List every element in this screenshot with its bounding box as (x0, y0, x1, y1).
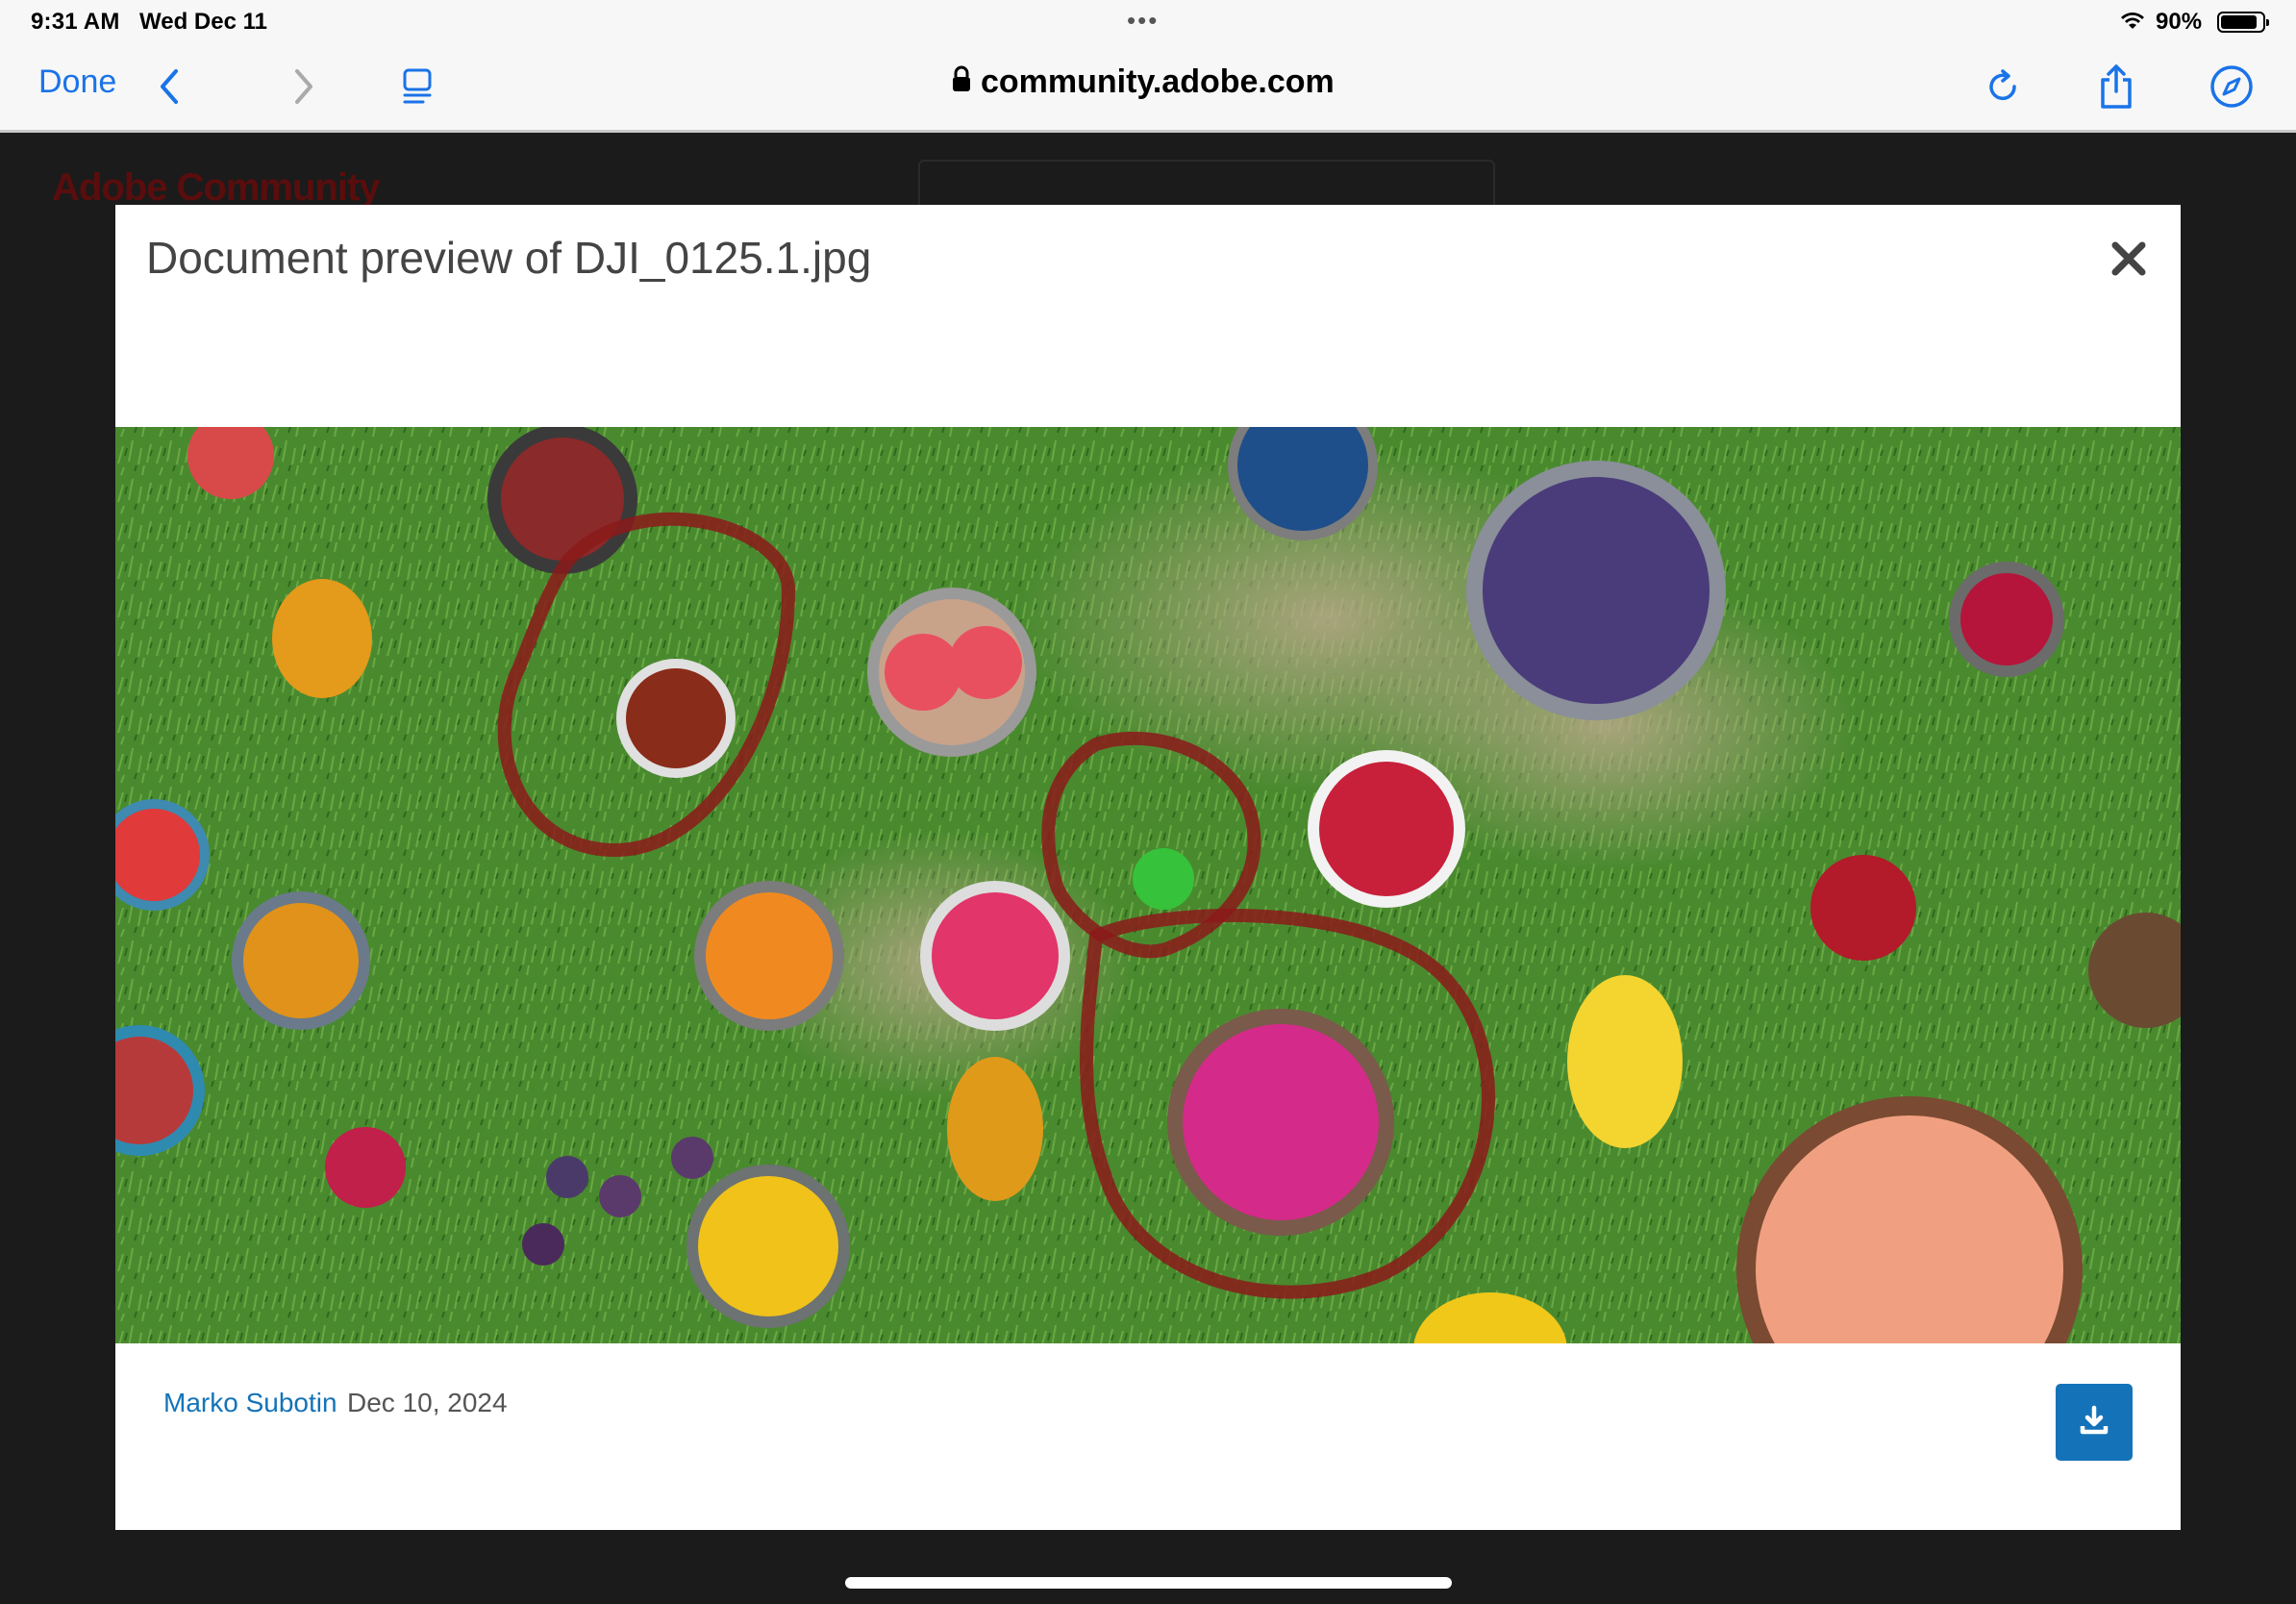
wifi-icon (2120, 10, 2145, 38)
share-icon[interactable] (2087, 58, 2145, 115)
download-icon (2079, 1405, 2109, 1441)
compass-icon[interactable] (2203, 58, 2260, 115)
done-button[interactable]: Done (38, 63, 116, 101)
document-preview-modal: Document preview of DJI_0125.1.jpg Marko… (115, 205, 2181, 1530)
battery-percent: 90% (2156, 9, 2203, 35)
reader-icon[interactable] (388, 58, 446, 115)
reload-icon[interactable] (1974, 58, 2032, 115)
preview-image (115, 427, 2181, 1343)
download-button[interactable] (2056, 1384, 2133, 1461)
site-logo: Adobe Community (52, 166, 381, 209)
status-date: Wed Dec 11 (139, 9, 267, 35)
modal-title: Document preview of DJI_0125.1.jpg (146, 233, 872, 283)
browser-toolbar: Done community.adobe.com (0, 44, 2296, 133)
home-indicator[interactable] (845, 1577, 1452, 1589)
status-time: 9:31 AM (31, 9, 120, 35)
battery-icon (2217, 12, 2269, 33)
status-bar: 9:31 AM Wed Dec 11 ••• 90% (0, 0, 2296, 44)
back-icon[interactable] (140, 58, 198, 115)
upload-date: Dec 10, 2024 (347, 1388, 508, 1417)
multitasking-dots-icon[interactable]: ••• (1127, 6, 1159, 36)
forward-icon[interactable] (275, 58, 333, 115)
author-link[interactable]: Marko Subotin (163, 1388, 337, 1418)
address-bar[interactable]: community.adobe.com (952, 63, 1335, 101)
url-text: community.adobe.com (981, 63, 1335, 100)
close-icon[interactable] (2109, 239, 2148, 278)
lock-icon (952, 63, 971, 101)
